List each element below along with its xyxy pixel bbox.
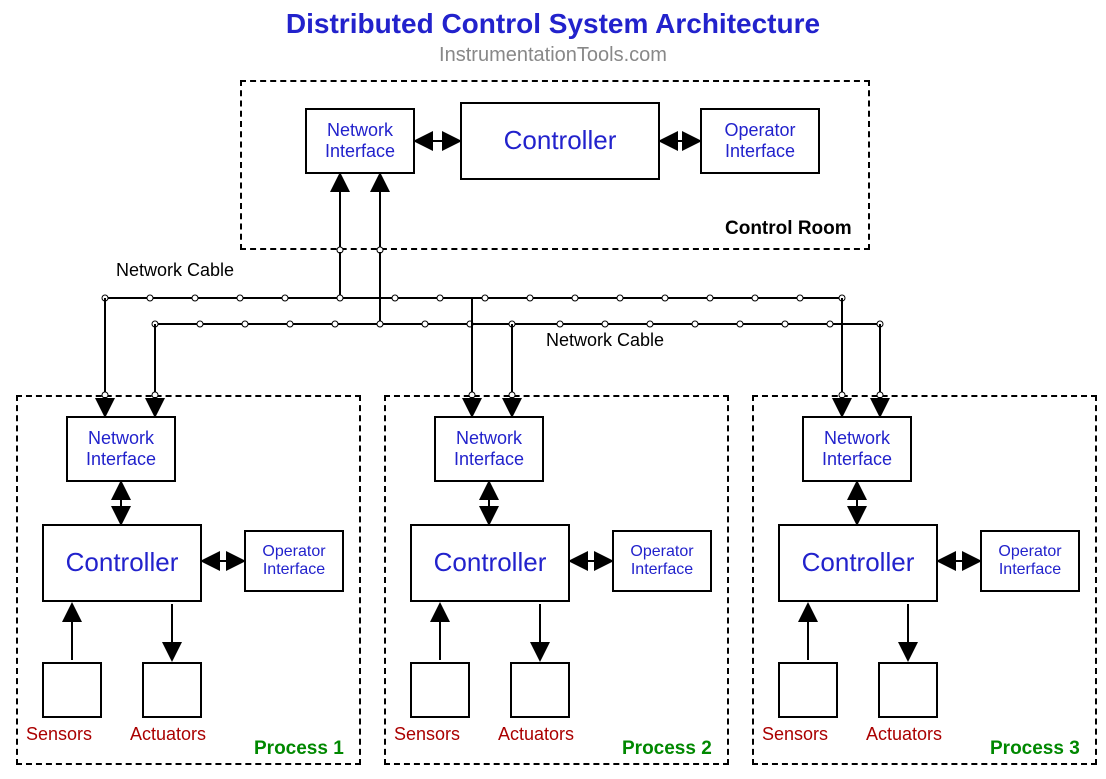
network-cable-label-1: Network Cable	[116, 260, 234, 281]
network-cable-label-2: Network Cable	[546, 330, 664, 351]
cr-network-interface: Network Interface	[305, 108, 415, 174]
p1-sensors-label: Sensors	[26, 724, 92, 745]
p1-controller: Controller	[42, 524, 202, 602]
p3-sensors-label: Sensors	[762, 724, 828, 745]
p3-network-interface: Network Interface	[802, 416, 912, 482]
p2-sensors-box	[410, 662, 470, 718]
p3-actuators-box	[878, 662, 938, 718]
cr-controller: Controller	[460, 102, 660, 180]
p1-operator-interface: Operator Interface	[244, 530, 344, 592]
process-2-label: Process 2	[622, 738, 712, 760]
p3-actuators-label: Actuators	[866, 724, 942, 745]
p1-actuators-box	[142, 662, 202, 718]
p3-sensors-box	[778, 662, 838, 718]
control-room-label: Control Room	[725, 218, 852, 240]
process-3-label: Process 3	[990, 738, 1080, 760]
p3-controller: Controller	[778, 524, 938, 602]
p2-sensors-label: Sensors	[394, 724, 460, 745]
diagram-title: Distributed Control System Architecture	[0, 8, 1106, 40]
p2-actuators-box	[510, 662, 570, 718]
p1-network-interface: Network Interface	[66, 416, 176, 482]
p1-actuators-label: Actuators	[130, 724, 206, 745]
process-1-label: Process 1	[254, 738, 344, 760]
p2-network-interface: Network Interface	[434, 416, 544, 482]
p2-actuators-label: Actuators	[498, 724, 574, 745]
cr-operator-interface: Operator Interface	[700, 108, 820, 174]
p2-operator-interface: Operator Interface	[612, 530, 712, 592]
p2-controller: Controller	[410, 524, 570, 602]
p1-sensors-box	[42, 662, 102, 718]
diagram-subtitle: InstrumentationTools.com	[0, 44, 1106, 67]
p3-operator-interface: Operator Interface	[980, 530, 1080, 592]
